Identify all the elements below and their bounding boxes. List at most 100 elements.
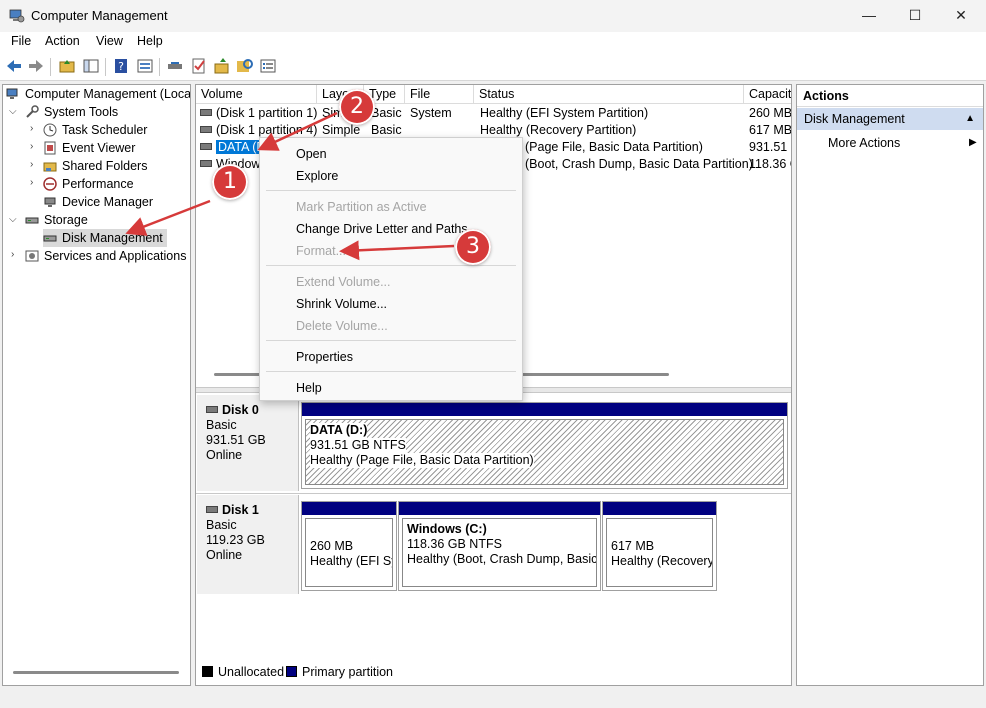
forward-icon[interactable]: [27, 57, 45, 75]
disk-state: Online: [206, 448, 243, 462]
chevron-right-icon[interactable]: ›: [30, 141, 33, 152]
window-title: Computer Management: [31, 8, 168, 23]
disk-name: Disk 1: [222, 503, 259, 517]
close-button[interactable]: ✕: [938, 0, 984, 32]
column-header-file-system[interactable]: File System: [405, 85, 474, 120]
partition-body: 617 MB Healthy (Recovery: [606, 518, 713, 587]
menu-file[interactable]: File: [11, 34, 31, 48]
tree-item-services[interactable]: Services and Applications: [25, 247, 186, 265]
partition-status: Healthy (EFI Sys: [310, 554, 392, 568]
volume-icon: [200, 160, 212, 167]
partition-data-d[interactable]: DATA (D:) 931.51 GB NTFS Healthy (Page F…: [301, 402, 788, 489]
tools-icon: [26, 105, 39, 118]
checklist-icon[interactable]: [190, 57, 208, 75]
collapse-up-icon[interactable]: ▲: [965, 108, 975, 130]
help-icon[interactable]: ?: [112, 57, 130, 75]
disk-name: Disk 0: [222, 403, 259, 417]
tree-item-label: Event Viewer: [62, 141, 136, 155]
connect-icon[interactable]: [166, 57, 184, 75]
partition-size: 931.51 GB NTFS: [310, 438, 406, 453]
column-header-capacity[interactable]: Capacit: [744, 85, 791, 104]
search-icon[interactable]: [236, 57, 254, 75]
primary-partition-bar: [603, 502, 716, 515]
tree-item-disk-management[interactable]: Disk Management: [43, 229, 167, 247]
chevron-down-icon[interactable]: ⌵: [9, 214, 17, 225]
menu-separator: [266, 190, 516, 191]
tree-item-event-viewer[interactable]: Event Viewer: [43, 139, 135, 157]
annotation-badge-1: 1: [212, 164, 248, 200]
up-folder-icon[interactable]: [58, 57, 76, 75]
volume-icon: [200, 109, 212, 116]
tree-root-label: Computer Management (Local: [25, 87, 191, 101]
primary-partition-bar: [399, 502, 600, 515]
title-bar: Computer Management — ☐ ✕: [0, 0, 986, 32]
legend-label: Unallocated: [218, 665, 285, 679]
partition-label: DATA (D:): [310, 423, 368, 438]
primary-partition-bar: [302, 502, 396, 515]
disk-management-icon: [43, 235, 57, 242]
partition-body: DATA (D:) 931.51 GB NTFS Healthy (Page F…: [305, 419, 784, 485]
disk-0-label[interactable]: Disk 0 Basic 931.51 GB Online: [197, 395, 299, 491]
partition-status: Healthy (Recovery: [611, 554, 713, 568]
ctx-explore[interactable]: Explore: [296, 167, 338, 185]
submenu-arrow-icon: ▶: [969, 137, 977, 148]
volume-icon: [200, 143, 212, 150]
disk-icon: [206, 406, 218, 413]
event-viewer-icon: [44, 141, 56, 155]
partition-recovery[interactable]: 617 MB Healthy (Recovery: [602, 501, 717, 591]
disk-type: Basic: [206, 518, 237, 532]
list-view-icon[interactable]: [259, 57, 277, 75]
back-icon[interactable]: [5, 57, 23, 75]
volume-row[interactable]: (Disk 1 partition 1) Simp Basic Healthy …: [196, 105, 791, 122]
partition-status: Healthy (Boot, Crash Dump, Basic D: [407, 552, 597, 566]
menu-action[interactable]: Action: [45, 34, 80, 48]
column-header-volume[interactable]: Volume: [196, 85, 317, 104]
chevron-down-icon[interactable]: ⌵: [9, 106, 17, 117]
new-folder-icon[interactable]: [213, 57, 231, 75]
disk-state: Online: [206, 548, 243, 562]
disk-size: 119.23 GB: [206, 533, 265, 547]
properties-view-icon[interactable]: [136, 57, 154, 75]
chevron-right-icon[interactable]: ›: [11, 249, 14, 260]
status-bar: [0, 688, 986, 708]
ctx-help[interactable]: Help: [296, 379, 322, 397]
ctx-open[interactable]: Open: [296, 145, 327, 163]
partition-windows-c[interactable]: Windows (C:) 118.36 GB NTFS Healthy (Boo…: [398, 501, 601, 591]
partition-body: Windows (C:) 118.36 GB NTFS Healthy (Boo…: [402, 518, 597, 587]
chevron-right-icon[interactable]: ›: [30, 123, 33, 134]
tree-item-performance[interactable]: Performance: [43, 175, 134, 193]
chevron-right-icon[interactable]: ›: [30, 159, 33, 170]
volume-capacity: 118.36 G: [749, 157, 791, 171]
context-menu: Open Explore Mark Partition as Active Ch…: [259, 137, 523, 401]
tree-item-system-tools[interactable]: System Tools: [25, 103, 118, 121]
device-manager-icon: [44, 197, 56, 207]
column-header-status[interactable]: Status: [474, 85, 744, 104]
partition-size: 260 MB: [310, 539, 354, 553]
computer-management-icon: [6, 88, 18, 99]
legend-primary: Primary partition: [286, 665, 393, 679]
more-actions-item[interactable]: More Actions: [828, 136, 900, 150]
minimize-button[interactable]: —: [846, 0, 892, 32]
tree-root[interactable]: Computer Management (Local: [6, 85, 191, 103]
menu-help[interactable]: Help: [137, 34, 163, 48]
ctx-properties[interactable]: Properties: [296, 348, 353, 366]
show-hide-tree-icon[interactable]: [82, 57, 100, 75]
menu-view[interactable]: View: [96, 34, 123, 48]
disk-1-label[interactable]: Disk 1 Basic 119.23 GB Online: [197, 495, 299, 594]
actions-section-disk-management[interactable]: Disk Management ▲: [797, 108, 983, 130]
tree-item-device-manager[interactable]: Device Manager: [43, 193, 153, 211]
horizontal-scrollbar[interactable]: [13, 671, 179, 674]
actions-pane: Actions Disk Management ▲ More Actions ▶: [796, 84, 984, 686]
maximize-button[interactable]: ☐: [892, 0, 938, 32]
ctx-change-drive-letter[interactable]: Change Drive Letter and Paths...: [296, 220, 478, 238]
tree-item-shared-folders[interactable]: Shared Folders: [43, 157, 147, 175]
ctx-shrink-volume[interactable]: Shrink Volume...: [296, 295, 387, 313]
tree-item-storage[interactable]: Storage: [25, 211, 88, 229]
tree-item-label: Performance: [62, 177, 134, 191]
annotation-badge-2: 2: [339, 89, 375, 125]
tree-item-label: Disk Management: [62, 231, 163, 245]
tree-item-task-scheduler[interactable]: Task Scheduler: [43, 121, 147, 139]
chevron-right-icon[interactable]: ›: [30, 177, 33, 188]
tree-item-label: Device Manager: [62, 195, 154, 209]
partition-efi[interactable]: 260 MB Healthy (EFI Sys: [301, 501, 397, 591]
